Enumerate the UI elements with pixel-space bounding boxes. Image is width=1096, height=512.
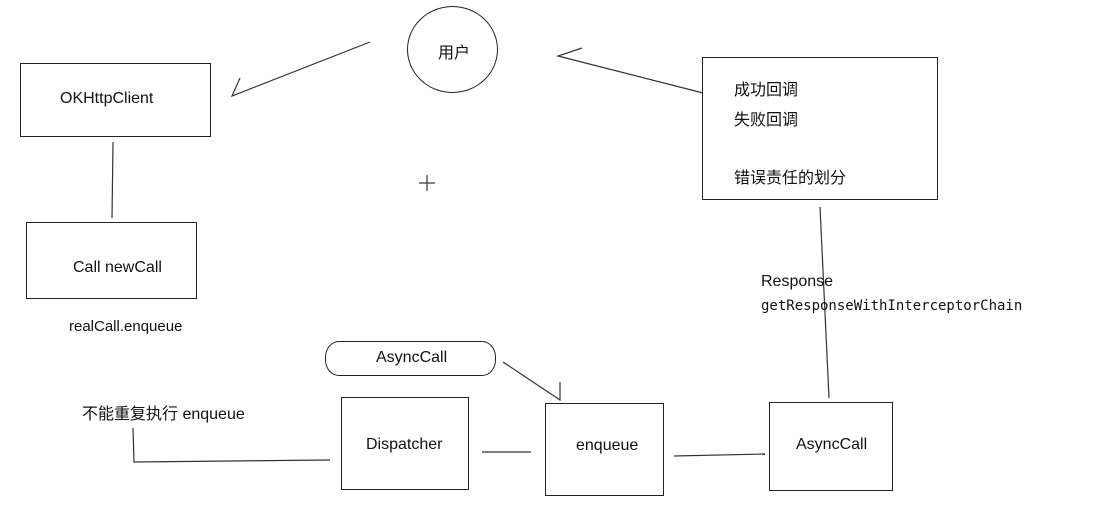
realcall-enqueue-label: realCall.enqueue xyxy=(69,318,183,335)
error-responsibility-label: 错误责任的划分 xyxy=(734,170,847,187)
dispatcher-label: Dispatcher xyxy=(366,436,443,453)
no-repeat-enqueue-label: 不能重复执行 enqueue xyxy=(82,406,245,423)
result-to-user-arrow xyxy=(555,47,704,94)
asynccall-label: AsyncCall xyxy=(796,436,868,453)
dispatcher-node: Dispatcher xyxy=(341,397,469,490)
enqueue-label: enqueue xyxy=(576,437,639,454)
result-callbacks-node: 成功回调 失败回调 错误责任的划分 xyxy=(702,57,938,200)
user-label: 用户 xyxy=(438,45,471,62)
asynccall-node: AsyncCall xyxy=(769,402,893,491)
call-to-dispatcher-line xyxy=(132,427,331,463)
user-node: 用户 xyxy=(407,6,498,93)
user-to-client-arrow xyxy=(230,41,371,98)
call-newcall-label: Call newCall xyxy=(73,259,162,276)
response-label: Response xyxy=(761,273,834,290)
failure-callback-label: 失败回调 xyxy=(734,112,799,129)
asynccall-pill-node: AsyncCall xyxy=(325,341,496,376)
call-newcall-node: Call newCall xyxy=(26,222,197,299)
client-to-call-line xyxy=(111,141,114,219)
diagram-canvas: 用户 OKHttpClient Call newCall realCall.en… xyxy=(0,0,1096,512)
asynccall-pill-label: AsyncCall xyxy=(376,349,448,366)
okhttpclient-node: OKHttpClient xyxy=(20,63,211,137)
okhttpclient-label: OKHttpClient xyxy=(60,90,154,107)
asynccall-pill-to-enqueue-arrow xyxy=(502,361,561,402)
enqueue-to-asynccall-line xyxy=(673,453,766,457)
enqueue-node: enqueue xyxy=(545,403,664,496)
get-response-chain-label: getResponseWithInterceptorChain xyxy=(761,298,1023,314)
success-callback-label: 成功回调 xyxy=(734,82,799,99)
